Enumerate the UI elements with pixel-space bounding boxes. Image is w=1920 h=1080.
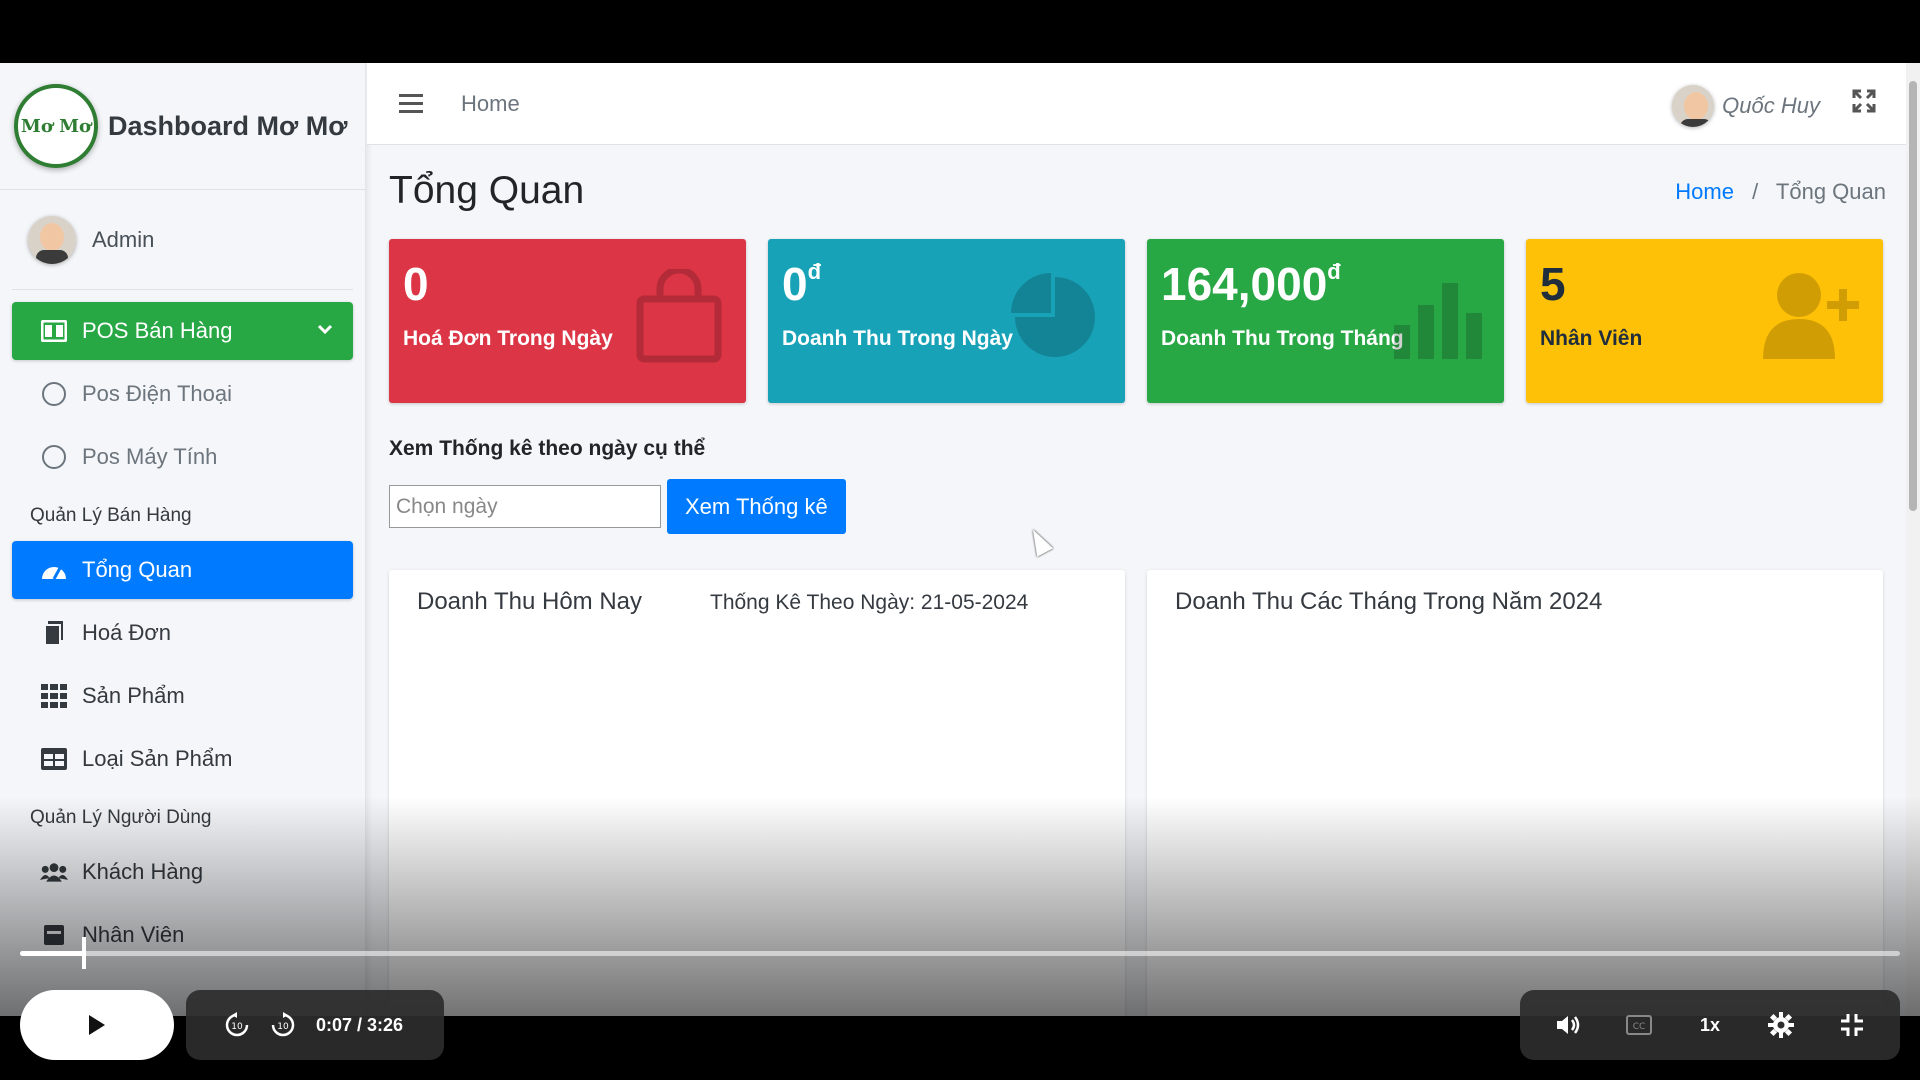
svg-text:10: 10: [231, 1022, 243, 1032]
avatar: [1672, 85, 1715, 127]
card-subtitle: Thống Kê Theo Ngày: 21-05-2024: [710, 591, 1029, 614]
video-right-controls: CC 1x: [1520, 990, 1900, 1060]
stat-box-monthly-revenue[interactable]: 164,000đ Doanh Thu Trong Tháng: [1147, 239, 1504, 403]
grid-icon: [40, 684, 68, 708]
table-icon: [40, 748, 68, 770]
sidebar-item-label: Nhân Viên: [82, 922, 185, 947]
svg-text:CC: CC: [1632, 1022, 1645, 1032]
user-plus-icon: [1761, 269, 1861, 382]
video-progress-fill: [20, 951, 84, 956]
playback-speed[interactable]: 1x: [1687, 1015, 1733, 1036]
topbar: Home Quốc Huy: [367, 63, 1920, 145]
sidebar-item-pos[interactable]: POS Bán Hàng: [12, 302, 353, 360]
main-content: Home Quốc Huy Tổng Quan Home / Tổng Quan…: [367, 63, 1920, 1016]
sidebar-item-customers[interactable]: Khách Hàng: [12, 843, 353, 901]
forward-10-icon[interactable]: 10: [260, 1012, 306, 1038]
video-progress-handle[interactable]: [81, 937, 86, 969]
sidebar-item-label: POS Bán Hàng: [82, 318, 233, 343]
app-frame: Mơ Mơ Dashboard Mơ Mơ Admin POS Bán Hàng…: [0, 63, 1920, 1016]
sidebar-item-products[interactable]: Sản Phẩm: [12, 667, 353, 725]
sidebar-item-pos-phone[interactable]: Pos Điện Thoại: [12, 365, 353, 423]
filter-row: Xem Thống kê: [389, 479, 1886, 534]
sidebar-item-label: Pos Máy Tính: [82, 444, 218, 469]
page-title: Tổng Quan: [389, 169, 585, 212]
sidebar-item-label: Khách Hàng: [82, 859, 204, 884]
svg-text:10: 10: [277, 1022, 289, 1032]
view-stats-button[interactable]: Xem Thống kê: [667, 479, 846, 534]
scrollbar-thumb[interactable]: [1909, 81, 1917, 511]
brand-title: Dashboard Mơ Mơ: [108, 110, 348, 141]
settings-gear-icon[interactable]: [1758, 1012, 1804, 1038]
menu-icon[interactable]: [399, 88, 423, 120]
topbar-home-link[interactable]: Home: [461, 91, 520, 117]
chevron-down-icon: [317, 322, 333, 340]
card-title: Doanh Thu Các Tháng Trong Năm 2024: [1175, 588, 1603, 615]
bar-chart-icon: [1392, 269, 1482, 382]
exit-fullscreen-icon[interactable]: [1829, 1013, 1875, 1037]
columns-icon: [40, 320, 68, 342]
breadcrumb-separator: /: [1752, 179, 1759, 204]
stat-box-invoices[interactable]: 0 Hoá Đơn Trong Ngày: [389, 239, 746, 403]
stat-boxes: 0 Hoá Đơn Trong Ngày 0đ Doanh Thu Trong …: [389, 239, 1886, 403]
brand[interactable]: Mơ Mơ Dashboard Mơ Mơ: [0, 63, 365, 190]
sidebar: Mơ Mơ Dashboard Mơ Mơ Admin POS Bán Hàng…: [0, 63, 366, 1016]
sidebar-item-label: Sản Phẩm: [82, 683, 185, 708]
sidebar-item-label: Hoá Đơn: [82, 620, 172, 645]
volume-icon[interactable]: [1545, 1013, 1591, 1037]
stat-box-daily-revenue[interactable]: 0đ Doanh Thu Trong Ngày: [768, 239, 1125, 403]
stat-box-employees[interactable]: 5 Nhân Viên: [1526, 239, 1883, 403]
circle-icon: [40, 382, 68, 406]
sidebar-item-label: Pos Điện Thoại: [82, 381, 233, 406]
circle-icon: [40, 445, 68, 469]
sidebar-item-label: Tổng Quan: [82, 557, 193, 582]
shopping-bag-icon: [634, 266, 724, 388]
breadcrumb-home[interactable]: Home: [1675, 179, 1734, 204]
page-content: Tổng Quan Home / Tổng Quan 0 Hoá Đơn Tro…: [367, 145, 1920, 1016]
pie-chart-icon: [1007, 269, 1103, 388]
card-monthly-revenue: Doanh Thu Các Tháng Trong Năm 2024: [1147, 570, 1883, 1016]
topbar-user-name: Quốc Huy: [1722, 93, 1820, 118]
section-header-sales: Quản Lý Bán Hàng: [30, 505, 192, 526]
breadcrumb-current: Tổng Quan: [1775, 179, 1886, 204]
users-icon: [40, 861, 68, 883]
sidebar-item-invoices[interactable]: Hoá Đơn: [12, 604, 353, 662]
gauge-icon: [40, 559, 68, 581]
sidebar-item-pos-computer[interactable]: Pos Máy Tính: [12, 428, 353, 486]
sidebar-item-label: Loại Sản Phẩm: [82, 746, 233, 771]
page-scrollbar[interactable]: [1906, 63, 1920, 1016]
section-header-users: Quản Lý Người Dùng: [30, 807, 212, 828]
brand-logo: Mơ Mơ: [14, 84, 98, 168]
topbar-user[interactable]: Quốc Huy: [1672, 85, 1820, 127]
sidebar-user-name: Admin: [92, 226, 155, 252]
breadcrumb: Home / Tổng Quan: [1675, 179, 1886, 205]
video-time: 0:07 / 3:26: [316, 1014, 404, 1035]
sidebar-nav: POS Bán Hàng Pos Điện Thoại Pos Máy Tính…: [0, 290, 365, 964]
user-panel[interactable]: Admin: [12, 190, 353, 290]
card-today-revenue: Doanh Thu Hôm Nay Thống Kê Theo Ngày: 21…: [389, 570, 1125, 1016]
sidebar-item-product-types[interactable]: Loại Sản Phẩm: [12, 730, 353, 788]
filter-title: Xem Thống kê theo ngày cụ thể: [389, 437, 706, 460]
video-left-controls: 10 10 0:07 / 3:26: [186, 990, 444, 1060]
file-icon: [40, 620, 68, 646]
video-progress-bar[interactable]: [20, 937, 1900, 969]
date-picker-input[interactable]: [389, 485, 661, 528]
card-title: Doanh Thu Hôm Nay: [417, 588, 642, 615]
rewind-10-icon[interactable]: 10: [214, 1012, 260, 1038]
fullscreen-icon[interactable]: [1852, 89, 1876, 120]
play-button[interactable]: [20, 990, 174, 1060]
id-card-icon: [40, 923, 68, 947]
play-icon: [89, 1015, 105, 1035]
avatar: [28, 215, 76, 264]
captions-icon[interactable]: CC: [1616, 1015, 1662, 1035]
sidebar-item-overview[interactable]: Tổng Quan: [12, 541, 353, 599]
chart-cards: Doanh Thu Hôm Nay Thống Kê Theo Ngày: 21…: [389, 570, 1886, 1016]
